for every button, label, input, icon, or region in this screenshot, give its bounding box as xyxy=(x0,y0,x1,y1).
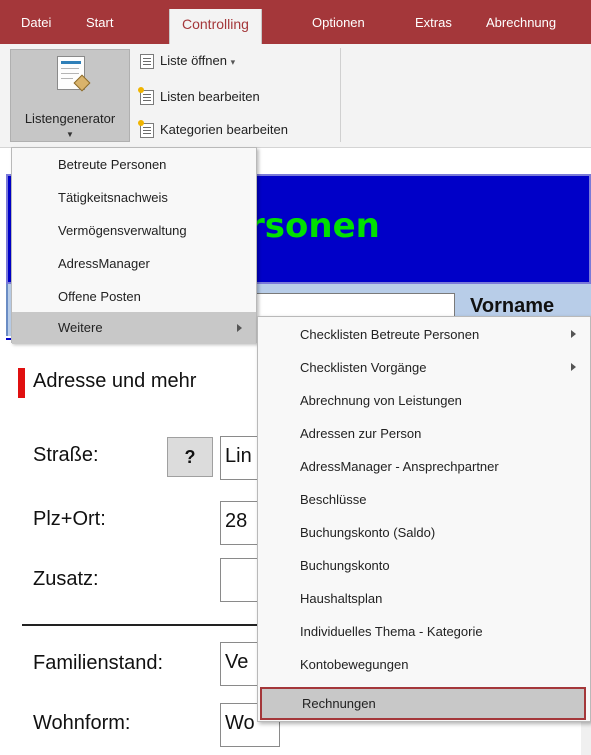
section-marker xyxy=(18,368,25,398)
menu-item-vermoegensverwaltung[interactable]: Vermögensverwaltung xyxy=(12,215,256,247)
submenu-arrow-icon xyxy=(571,330,576,338)
dropdown-arrow-icon: ▾ xyxy=(230,57,236,67)
submenu-item-beschluesse[interactable]: Beschlüsse xyxy=(258,483,590,516)
submenu-item-abrechnung-von-leistungen[interactable]: Abrechnung von Leistungen xyxy=(258,384,590,417)
wohnform-label: Wohnform: xyxy=(33,712,131,734)
tab-abrechnung[interactable]: Abrechnung xyxy=(486,15,556,30)
listengenerator-button[interactable]: Listengenerator ▼ xyxy=(10,49,130,142)
menu-item-adressmanager[interactable]: AdressManager xyxy=(12,248,256,280)
submenu-item-buchungskonto[interactable]: Buchungskonto xyxy=(258,549,590,582)
submenu-item-buchungskonto-saldo[interactable]: Buchungskonto (Saldo) xyxy=(258,516,590,549)
liste-oeffnen-label: Liste öffnen xyxy=(160,53,227,68)
tab-controlling[interactable]: Controlling xyxy=(169,9,262,44)
submenu-arrow-icon xyxy=(237,324,242,332)
submenu-item-label: Checklisten Vorgänge xyxy=(300,360,427,375)
listengenerator-menu: Betreute Personen Tätigkeitsnachweis Ver… xyxy=(11,147,257,344)
ribbon-tab-bar: Datei Start Controlling Optionen Extras … xyxy=(0,0,591,44)
section-title: Adresse und mehr xyxy=(33,370,197,392)
vorname-label: Vorname xyxy=(470,295,555,317)
kategorien-bearbeiten-label: Kategorien bearbeiten xyxy=(160,122,288,137)
submenu-item-checklisten-vorgaenge[interactable]: Checklisten Vorgänge xyxy=(258,351,590,384)
submenu-item-adressmanager-ansprechpartner[interactable]: AdressManager - Ansprechpartner xyxy=(258,450,590,483)
tab-start[interactable]: Start xyxy=(86,15,113,30)
menu-item-offene-posten[interactable]: Offene Posten xyxy=(12,281,256,313)
edit-list-icon xyxy=(138,87,154,105)
submenu-item-kontobewegungen[interactable]: Kontobewegungen xyxy=(258,648,590,681)
menu-item-weitere-label: Weitere xyxy=(58,320,103,335)
listen-bearbeiten-label: Listen bearbeiten xyxy=(160,89,260,104)
submenu-arrow-icon xyxy=(571,363,576,371)
menu-item-taetigkeitsnachweis[interactable]: Tätigkeitsnachweis xyxy=(12,182,256,214)
tab-extras[interactable]: Extras xyxy=(415,15,452,30)
ribbon-group-divider xyxy=(340,48,341,142)
submenu-item-label: Checklisten Betreute Personen xyxy=(300,327,480,342)
form-divider xyxy=(22,624,272,626)
tab-datei[interactable]: Datei xyxy=(21,15,51,30)
submenu-item-haushaltsplan[interactable]: Haushaltsplan xyxy=(258,582,590,615)
listengenerator-label: Listengenerator xyxy=(24,111,116,126)
zusatz-label: Zusatz: xyxy=(33,568,99,590)
weitere-submenu: Checklisten Betreute Personen Checkliste… xyxy=(257,316,591,722)
strasse-label: Straße: xyxy=(33,444,99,466)
plz-ort-label: Plz+Ort: xyxy=(33,508,106,530)
ribbon-panel: Listengenerator ▼ Liste öffnen ▾ Listen … xyxy=(0,44,591,148)
submenu-item-checklisten-betreute-personen[interactable]: Checklisten Betreute Personen xyxy=(258,318,590,351)
edit-category-icon xyxy=(138,120,154,138)
submenu-item-individuelles-thema-kategorie[interactable]: Individuelles Thema - Kategorie xyxy=(258,615,590,648)
menu-item-weitere[interactable]: Weitere xyxy=(12,312,256,344)
banner-title: rsonen xyxy=(248,206,380,246)
list-generator-icon xyxy=(57,56,91,92)
chevron-down-icon: ▼ xyxy=(66,130,74,139)
tab-optionen[interactable]: Optionen xyxy=(312,15,365,30)
help-button[interactable]: ? xyxy=(167,437,213,477)
menu-item-betreute-personen[interactable]: Betreute Personen xyxy=(12,149,256,181)
submenu-item-adressen-zur-person[interactable]: Adressen zur Person xyxy=(258,417,590,450)
list-icon xyxy=(140,54,154,69)
submenu-item-rechnungen[interactable]: Rechnungen xyxy=(260,687,586,720)
familienstand-label: Familienstand: xyxy=(33,652,164,674)
